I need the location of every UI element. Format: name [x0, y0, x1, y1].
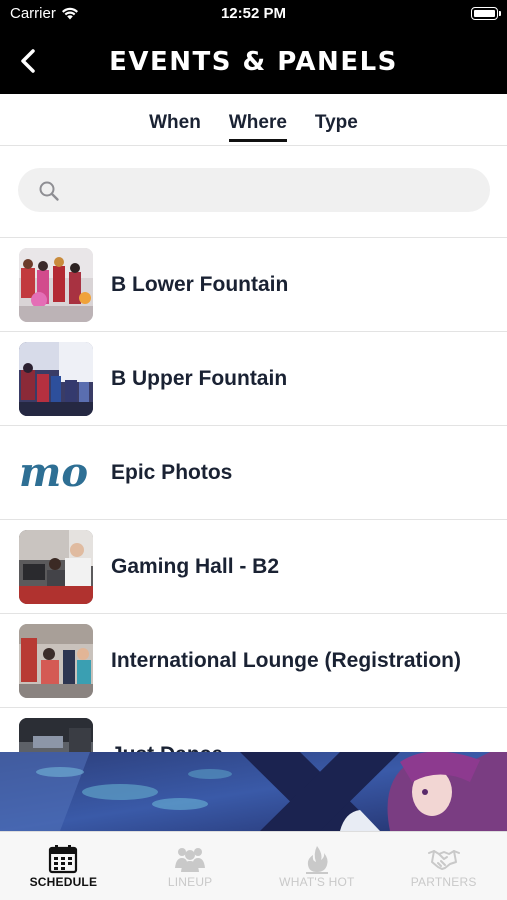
location-name: Gaming Hall - B2 — [111, 555, 280, 578]
tab-type[interactable]: Type — [315, 94, 358, 146]
location-name: Epic Photos — [111, 461, 233, 484]
promo-banner-art — [0, 752, 507, 831]
navigation-bar: EVENTS & PANELS — [0, 28, 507, 94]
location-thumbnail — [19, 342, 93, 416]
location-name: B Lower Fountain — [111, 273, 289, 296]
list-item[interactable]: International Lounge (Registration) — [0, 614, 507, 708]
calendar-icon — [49, 845, 78, 874]
filter-tabs: When Where Type — [0, 94, 507, 146]
list-item[interactable]: mo Epic Photos — [0, 426, 507, 520]
people-icon — [175, 848, 206, 872]
location-name: B Upper Fountain — [111, 367, 288, 390]
tab-schedule[interactable]: SCHEDULE — [0, 832, 127, 900]
tab-whats-hot[interactable]: WHAT'S HOT — [254, 832, 381, 900]
list-item[interactable]: Gaming Hall - B2 — [0, 520, 507, 614]
handshake-icon — [427, 850, 460, 870]
tab-lineup[interactable]: LINEUP — [127, 832, 254, 900]
tab-label: SCHEDULE — [29, 875, 98, 889]
tab-label: PARTNERS — [410, 875, 477, 889]
search-bar — [18, 168, 490, 212]
location-thumbnail: mo — [19, 436, 93, 510]
location-name: International Lounge (Registration) — [111, 649, 461, 672]
list-item[interactable]: B Upper Fountain — [0, 332, 507, 426]
location-list: B Lower Fountain B Upper Fountain mo Epi… — [0, 238, 507, 802]
tab-when[interactable]: When — [149, 94, 201, 146]
tab-label: WHAT'S HOT — [279, 875, 355, 889]
status-time: 12:52 PM — [220, 5, 287, 22]
location-thumbnail — [19, 624, 93, 698]
list-item[interactable]: B Lower Fountain — [0, 238, 507, 332]
battery-icon — [471, 7, 501, 20]
page-title: EVENTS & PANELS — [109, 47, 398, 77]
tab-partners[interactable]: PARTNERS — [380, 832, 507, 900]
tab-where[interactable]: Where — [228, 94, 288, 146]
search-input[interactable] — [68, 168, 468, 212]
promo-banner[interactable] — [0, 752, 507, 831]
location-thumbnail — [19, 248, 93, 322]
flame-icon — [305, 846, 328, 874]
tab-bar: SCHEDULE LINEUP WHAT'S HOT PARTNERS — [0, 831, 507, 900]
search-icon — [39, 181, 59, 201]
location-thumbnail — [19, 530, 93, 604]
tab-label: LINEUP — [167, 875, 213, 889]
epic-photos-logo: mo — [19, 449, 88, 496]
status-bar: Carrier 12:52 PM — [0, 0, 507, 28]
